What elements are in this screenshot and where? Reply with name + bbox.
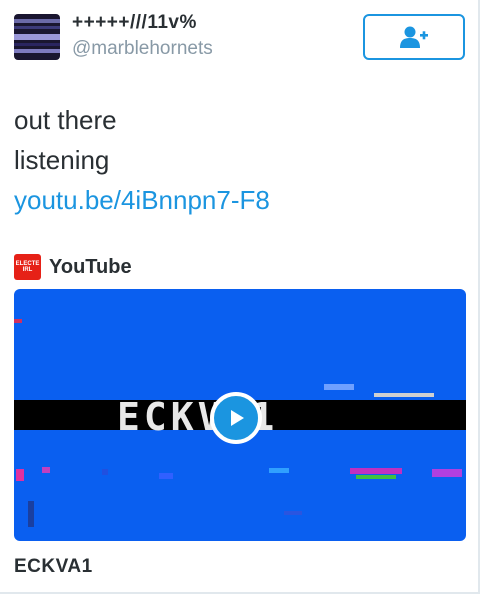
user-handle[interactable]: @marblehornets [72,38,213,60]
glitch-artifact [432,469,462,477]
glitch-artifact [284,511,302,515]
user-name[interactable]: +++++///11v% [72,12,197,34]
video-title[interactable]: ECKVA1 [14,556,93,578]
follow-button[interactable] [363,14,465,60]
add-user-icon [400,26,428,48]
tweet-text: out there listening youtu.be/4iBnnpn7-F8 [14,100,270,220]
tweet-line: out there [14,105,117,135]
glitch-artifact [356,475,396,479]
play-icon [231,410,244,426]
glitch-artifact [269,468,289,473]
glitch-artifact [14,319,22,323]
tweet-line: listening [14,145,110,175]
source-name: YouTube [49,255,132,278]
tweet-card: +++++///11v% @marblehornets out there li… [0,0,480,594]
avatar[interactable] [14,14,60,60]
tweet-link[interactable]: youtu.be/4iBnnpn7-F8 [14,180,270,220]
play-button[interactable] [210,392,262,444]
glitch-artifact [324,384,354,390]
glitch-artifact [159,473,173,479]
glitch-artifact [42,467,50,473]
glitch-artifact [28,501,34,527]
glitch-artifact [102,469,108,475]
card-source[interactable]: ELECTE IRL YouTube [14,254,132,280]
glitch-artifact [374,393,434,397]
glitch-artifact [350,468,402,474]
glitch-artifact [16,469,24,481]
youtube-channel-icon: ELECTE IRL [14,254,41,280]
video-thumbnail[interactable]: ECKVA1 [14,289,466,541]
